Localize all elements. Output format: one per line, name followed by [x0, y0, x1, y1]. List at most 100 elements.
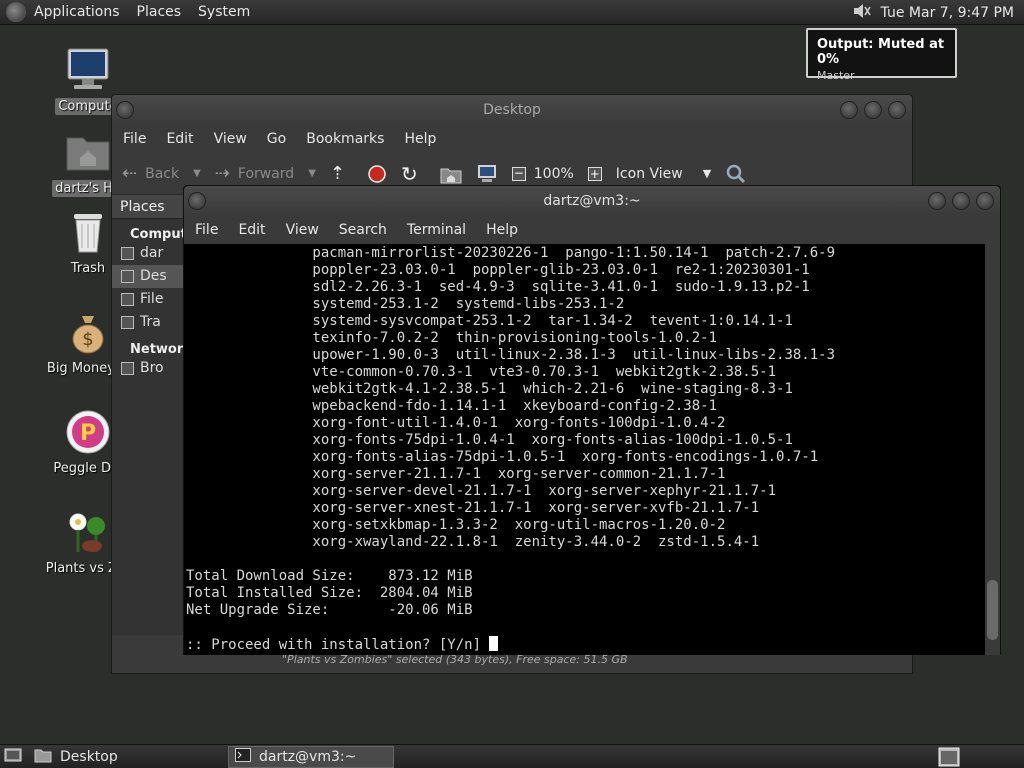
terminal-line: upower-1.90.0-3 util-linux-2.38.1-3 util… — [186, 347, 836, 363]
file-manager-sidebar: Places Comput dar Des File Tra Network B… — [112, 195, 192, 635]
up-button[interactable]: ⇡ — [330, 163, 353, 184]
back-dropdown-icon[interactable]: ▼ — [193, 168, 201, 179]
zoom-out-button[interactable]: − — [511, 166, 526, 181]
terminal-window: dartz@vm3:~ File Edit View Search Termin… — [183, 185, 1001, 655]
taskbar-item-terminal[interactable]: dartz@vm3:~ — [228, 745, 394, 768]
close-icon[interactable] — [976, 192, 994, 210]
sidebar-header-computer: Comput — [130, 227, 187, 242]
menu-applications[interactable]: Applications — [34, 4, 120, 20]
minimize-icon[interactable] — [840, 101, 858, 119]
forward-label: Forward — [237, 165, 295, 182]
sidebar-item-filesystem[interactable]: File — [112, 288, 187, 311]
menu-go[interactable]: Go — [267, 131, 286, 147]
menu-edit[interactable]: Edit — [166, 131, 193, 147]
desktop-folder-icon — [121, 270, 134, 283]
maximize-icon[interactable] — [864, 101, 882, 119]
up-arrow-icon: ⇡ — [329, 163, 345, 184]
menu-bookmarks[interactable]: Bookmarks — [306, 131, 384, 147]
network-icon — [121, 362, 134, 375]
show-desktop-icon[interactable] — [4, 747, 22, 767]
terminal-line: systemd-253.1-2 systemd-libs-253.1-2 — [186, 296, 625, 312]
clock[interactable]: Tue Mar 7, 9:47 PM — [881, 5, 1014, 21]
zoom-in-button[interactable]: + — [587, 166, 602, 181]
view-mode-select[interactable]: Icon View ▼ — [616, 166, 711, 182]
terminal-line: texinfo-7.0.2-2 thin-provisioning-tools-… — [186, 330, 718, 346]
svg-text:P: P — [80, 421, 96, 446]
terminal-line: xorg-fonts-alias-75dpi-1.0.5-1 xorg-font… — [186, 449, 819, 465]
forward-button[interactable]: ⇢ Forward ▼ — [215, 163, 316, 184]
sidebar-selector[interactable]: Places — [112, 195, 187, 219]
computer-button[interactable] — [476, 164, 498, 184]
sidebar-item-browse-network[interactable]: Bro — [112, 357, 187, 380]
distro-logo-icon[interactable] — [6, 2, 26, 22]
maximize-icon[interactable] — [952, 192, 970, 210]
reload-button[interactable]: ↻ — [401, 162, 426, 186]
menu-view[interactable]: View — [286, 222, 319, 238]
menu-terminal[interactable]: Terminal — [407, 222, 466, 238]
home-folder-icon — [121, 247, 134, 260]
minimize-icon[interactable] — [928, 192, 946, 210]
svg-text:$: $ — [82, 329, 93, 350]
terminal-screen[interactable]: pacman-mirrorlist-20230226-1 pango-1:1.5… — [184, 244, 986, 655]
scrollbar-thumb[interactable] — [987, 580, 998, 640]
sidebar-item-label: Tra — [140, 314, 161, 330]
terminal-menubar: File Edit View Search Terminal Help — [184, 216, 1000, 244]
window-title: dartz@vm3:~ — [543, 193, 641, 209]
terminal-line: vte-common-0.70.3-1 vte3-0.70.3-1 webkit… — [186, 364, 777, 380]
window-title: Desktop — [483, 102, 541, 118]
folder-icon — [34, 747, 52, 767]
terminal-line: webkit2gtk-4.1-2.38.5-1 which-2.21-6 win… — [186, 381, 793, 397]
search-button[interactable] — [725, 163, 747, 185]
terminal-line: Total Installed Size: 2804.04 MiB — [186, 585, 473, 601]
terminal-line: xorg-xwayland-22.1.8-1 zenity-3.44.0-2 z… — [186, 534, 760, 550]
top-panel: Applications Places System Tue Mar 7, 9:… — [0, 0, 1024, 25]
home-button[interactable] — [440, 164, 462, 184]
terminal-line: xorg-server-xnest-21.1.7-1 xorg-server-x… — [186, 500, 760, 516]
menu-system[interactable]: System — [198, 4, 250, 20]
sidebar-item-trash[interactable]: Tra — [112, 311, 187, 334]
menu-edit[interactable]: Edit — [238, 222, 265, 238]
menu-file[interactable]: File — [195, 222, 218, 238]
terminal-prompt: :: Proceed with installation? [Y/n] — [186, 637, 490, 653]
terminal-line: wpebackend-fdo-1.14.1-1 xkeyboard-config… — [186, 398, 718, 414]
stop-button[interactable] — [367, 164, 387, 184]
terminal-line: sdl2-2.26.3-1 sed-4.9-3 sqlite-3.41.0-1 … — [186, 279, 810, 295]
money-bag-icon: $ — [64, 308, 112, 356]
terminal-titlebar[interactable]: dartz@vm3:~ — [184, 186, 1000, 216]
terminal-line: poppler-23.03.0-1 poppler-glib-23.03.0-1… — [186, 262, 810, 278]
close-icon[interactable] — [888, 101, 906, 119]
window-menu-icon[interactable] — [116, 101, 134, 119]
filesystem-icon — [121, 293, 134, 306]
terminal-scrollbar[interactable] — [985, 244, 1000, 655]
menu-view[interactable]: View — [214, 131, 247, 147]
terminal-line: pacman-mirrorlist-20230226-1 pango-1:1.5… — [186, 245, 836, 261]
sidebar-item-home[interactable]: dar — [112, 242, 187, 265]
search-icon — [726, 164, 746, 183]
trash-icon — [64, 208, 112, 256]
back-arrow-icon: ⇠ — [122, 163, 138, 184]
file-manager-titlebar[interactable]: Desktop — [112, 95, 912, 125]
sidebar-item-label: Bro — [140, 360, 164, 376]
view-mode-dropdown-icon: ▼ — [702, 167, 712, 180]
window-menu-icon[interactable] — [188, 192, 206, 210]
terminal-line: xorg-font-util-1.4.0-1 xorg-fonts-100dpi… — [186, 415, 726, 431]
sidebar-item-desktop[interactable]: Des — [112, 265, 187, 288]
notification-title: Output: Muted at 0% — [817, 37, 945, 67]
bottom-panel: Desktop dartz@vm3:~ — [0, 744, 1024, 768]
terminal-output: pacman-mirrorlist-20230226-1 pango-1:1.5… — [186, 245, 986, 654]
sidebar-item-label: dar — [140, 245, 164, 261]
menu-help[interactable]: Help — [404, 131, 436, 147]
plants-icon — [64, 508, 112, 556]
file-manager-menubar: File Edit View Go Bookmarks Help — [112, 125, 912, 153]
taskbar-item-desktop[interactable]: Desktop — [28, 746, 190, 768]
forward-dropdown-icon[interactable]: ▼ — [308, 168, 316, 179]
menu-file[interactable]: File — [123, 131, 146, 147]
trash-icon — [121, 316, 134, 329]
volume-muted-icon[interactable] — [851, 1, 873, 25]
workspace-switcher-icon[interactable] — [938, 747, 960, 768]
terminal-cursor — [489, 636, 499, 651]
back-button[interactable]: ⇠ Back ▼ — [122, 163, 201, 184]
menu-search[interactable]: Search — [339, 222, 387, 238]
menu-places[interactable]: Places — [137, 4, 182, 20]
menu-help[interactable]: Help — [486, 222, 518, 238]
